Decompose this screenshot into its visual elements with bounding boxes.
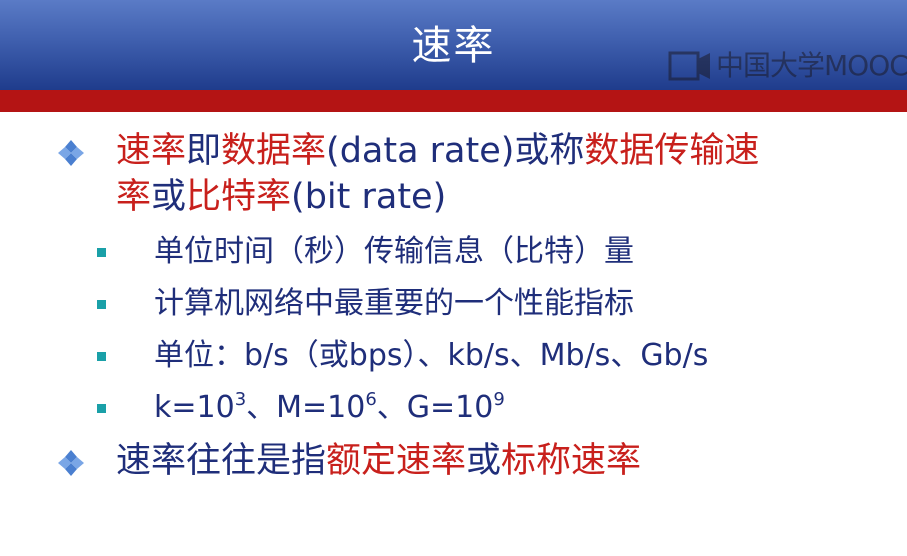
square-bullet-icon [97,404,106,413]
formula-g-exponent: 9 [493,389,505,410]
square-bullet-icon [97,300,106,309]
text-ji: 即 [186,131,222,171]
formula-k: k=10 [154,390,235,425]
sub-bullet-1-text: 单位时间（秒）传输信息（比特）量 [154,234,634,269]
formula-m-exponent: 6 [365,389,377,410]
term-transfer-rate-part1: 数据传输速 [584,131,760,171]
formula-m: 、M=10 [246,390,366,425]
term-transfer-rate-part2: 率 [116,177,152,217]
text-bit-rate-en: (bit rate) [291,177,447,217]
formula-k-exponent: 3 [234,389,247,410]
term-data-rate: 数据率 [221,131,327,171]
text-huo: 或 [151,177,187,217]
main-bullet-2-line-1: 速率往往是指额定速率或标称速率 [116,438,876,484]
text-huo-2: 或 [466,441,502,481]
sub-bullet-4-text: k=103、M=106、G=109 [154,388,854,428]
term-rate: 速率 [116,131,187,171]
watermark-text: 中国大学MOOC [716,49,907,82]
sub-bullet-2-text: 计算机网络中最重要的一个性能指标 [154,286,634,321]
square-bullet-icon [97,352,106,361]
slide: 速率 中国大学MOOC 速率即数据率(data rate)或称数据传输速 率或比… [0,0,907,556]
text-rate-usually: 速率往往是指 [116,441,327,481]
text-data-rate-en: (data rate)或称 [326,131,585,171]
mooc-logo-icon [668,51,710,81]
watermark: 中国大学MOOC [668,48,907,84]
four-diamond-icon [58,140,84,166]
square-bullet-icon [97,248,106,257]
sub-bullet-3-text: 单位：b/s（或bps）、kb/s、Mb/s、Gb/s [154,338,709,373]
main-bullet-1-line-2: 率或比特率(bit rate) [116,174,876,220]
title-underline-band [0,90,907,112]
four-diamond-icon [58,450,84,476]
term-rated-rate: 额定速率 [326,441,467,481]
formula-g: 、G=10 [376,390,494,425]
term-bit-rate: 比特率 [186,177,292,217]
main-bullet-1-line-1: 速率即数据率(data rate)或称数据传输速 [116,128,876,174]
term-nominal-rate: 标称速率 [501,441,642,481]
